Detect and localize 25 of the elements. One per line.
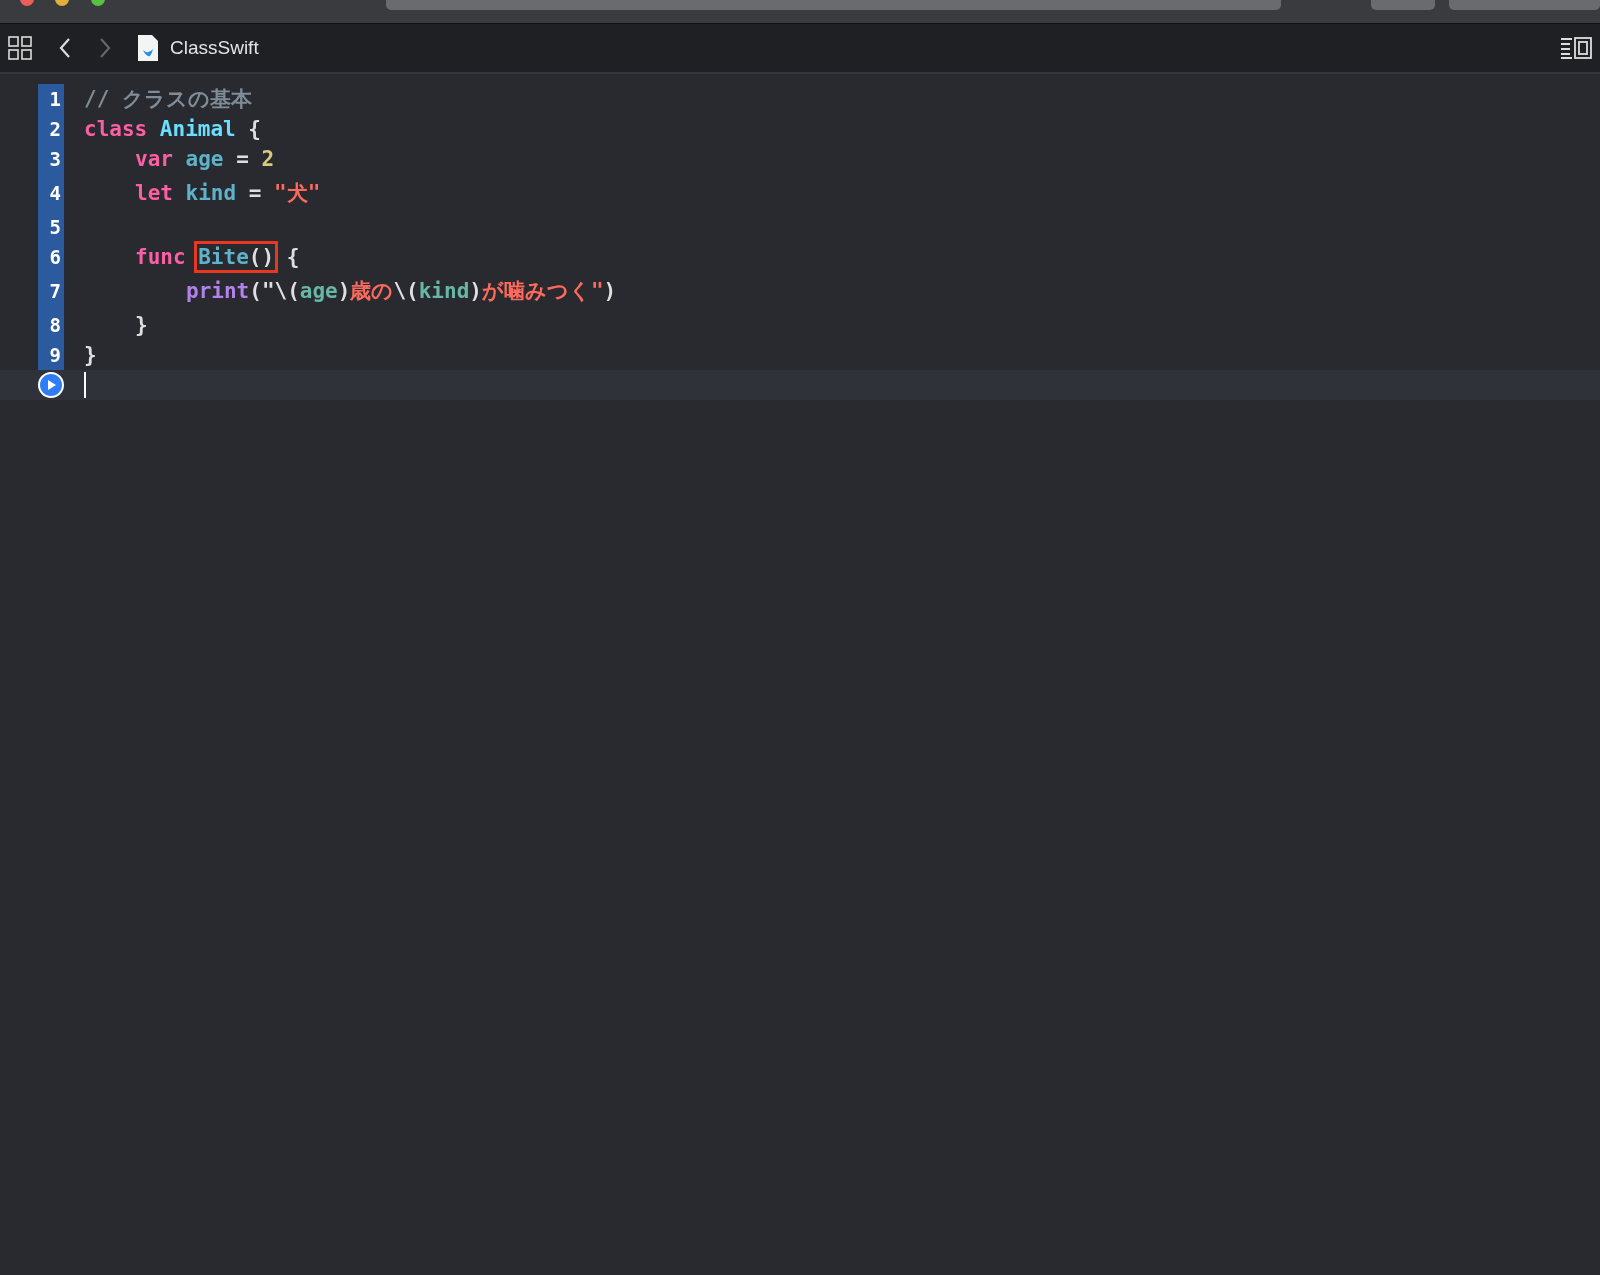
line-number: 8 — [38, 310, 64, 340]
line-number: 7 — [38, 272, 64, 310]
forward-icon[interactable] — [98, 37, 112, 59]
line-number: 1 — [38, 84, 64, 114]
code-line: class Animal { — [83, 117, 261, 141]
grid-icon[interactable] — [8, 36, 32, 60]
code-line: var age = 2 — [134, 147, 275, 171]
run-icon[interactable] — [38, 372, 64, 398]
code-line: } — [134, 313, 148, 337]
file-name[interactable]: ClassSwift — [170, 37, 259, 59]
code-line: // クラスの基本 — [83, 86, 252, 113]
code-line: func Bite() { — [64, 245, 300, 269]
line-number: 9 — [38, 340, 64, 370]
code-line: let kind = "犬" — [134, 180, 321, 207]
text-cursor — [84, 372, 86, 398]
back-icon[interactable] — [58, 37, 72, 59]
line-number: 6 — [38, 242, 64, 272]
code-line: print("\(age)歳の\(kind)が噛みつく") — [185, 278, 617, 305]
swift-file-icon — [138, 35, 158, 61]
line-number: 3 — [38, 144, 64, 174]
line-number: 2 — [38, 114, 64, 144]
line-number: 5 — [38, 212, 64, 242]
editor-options-icon[interactable] — [1560, 36, 1592, 60]
code-line: } — [83, 343, 97, 367]
line-number: 4 — [38, 174, 64, 212]
